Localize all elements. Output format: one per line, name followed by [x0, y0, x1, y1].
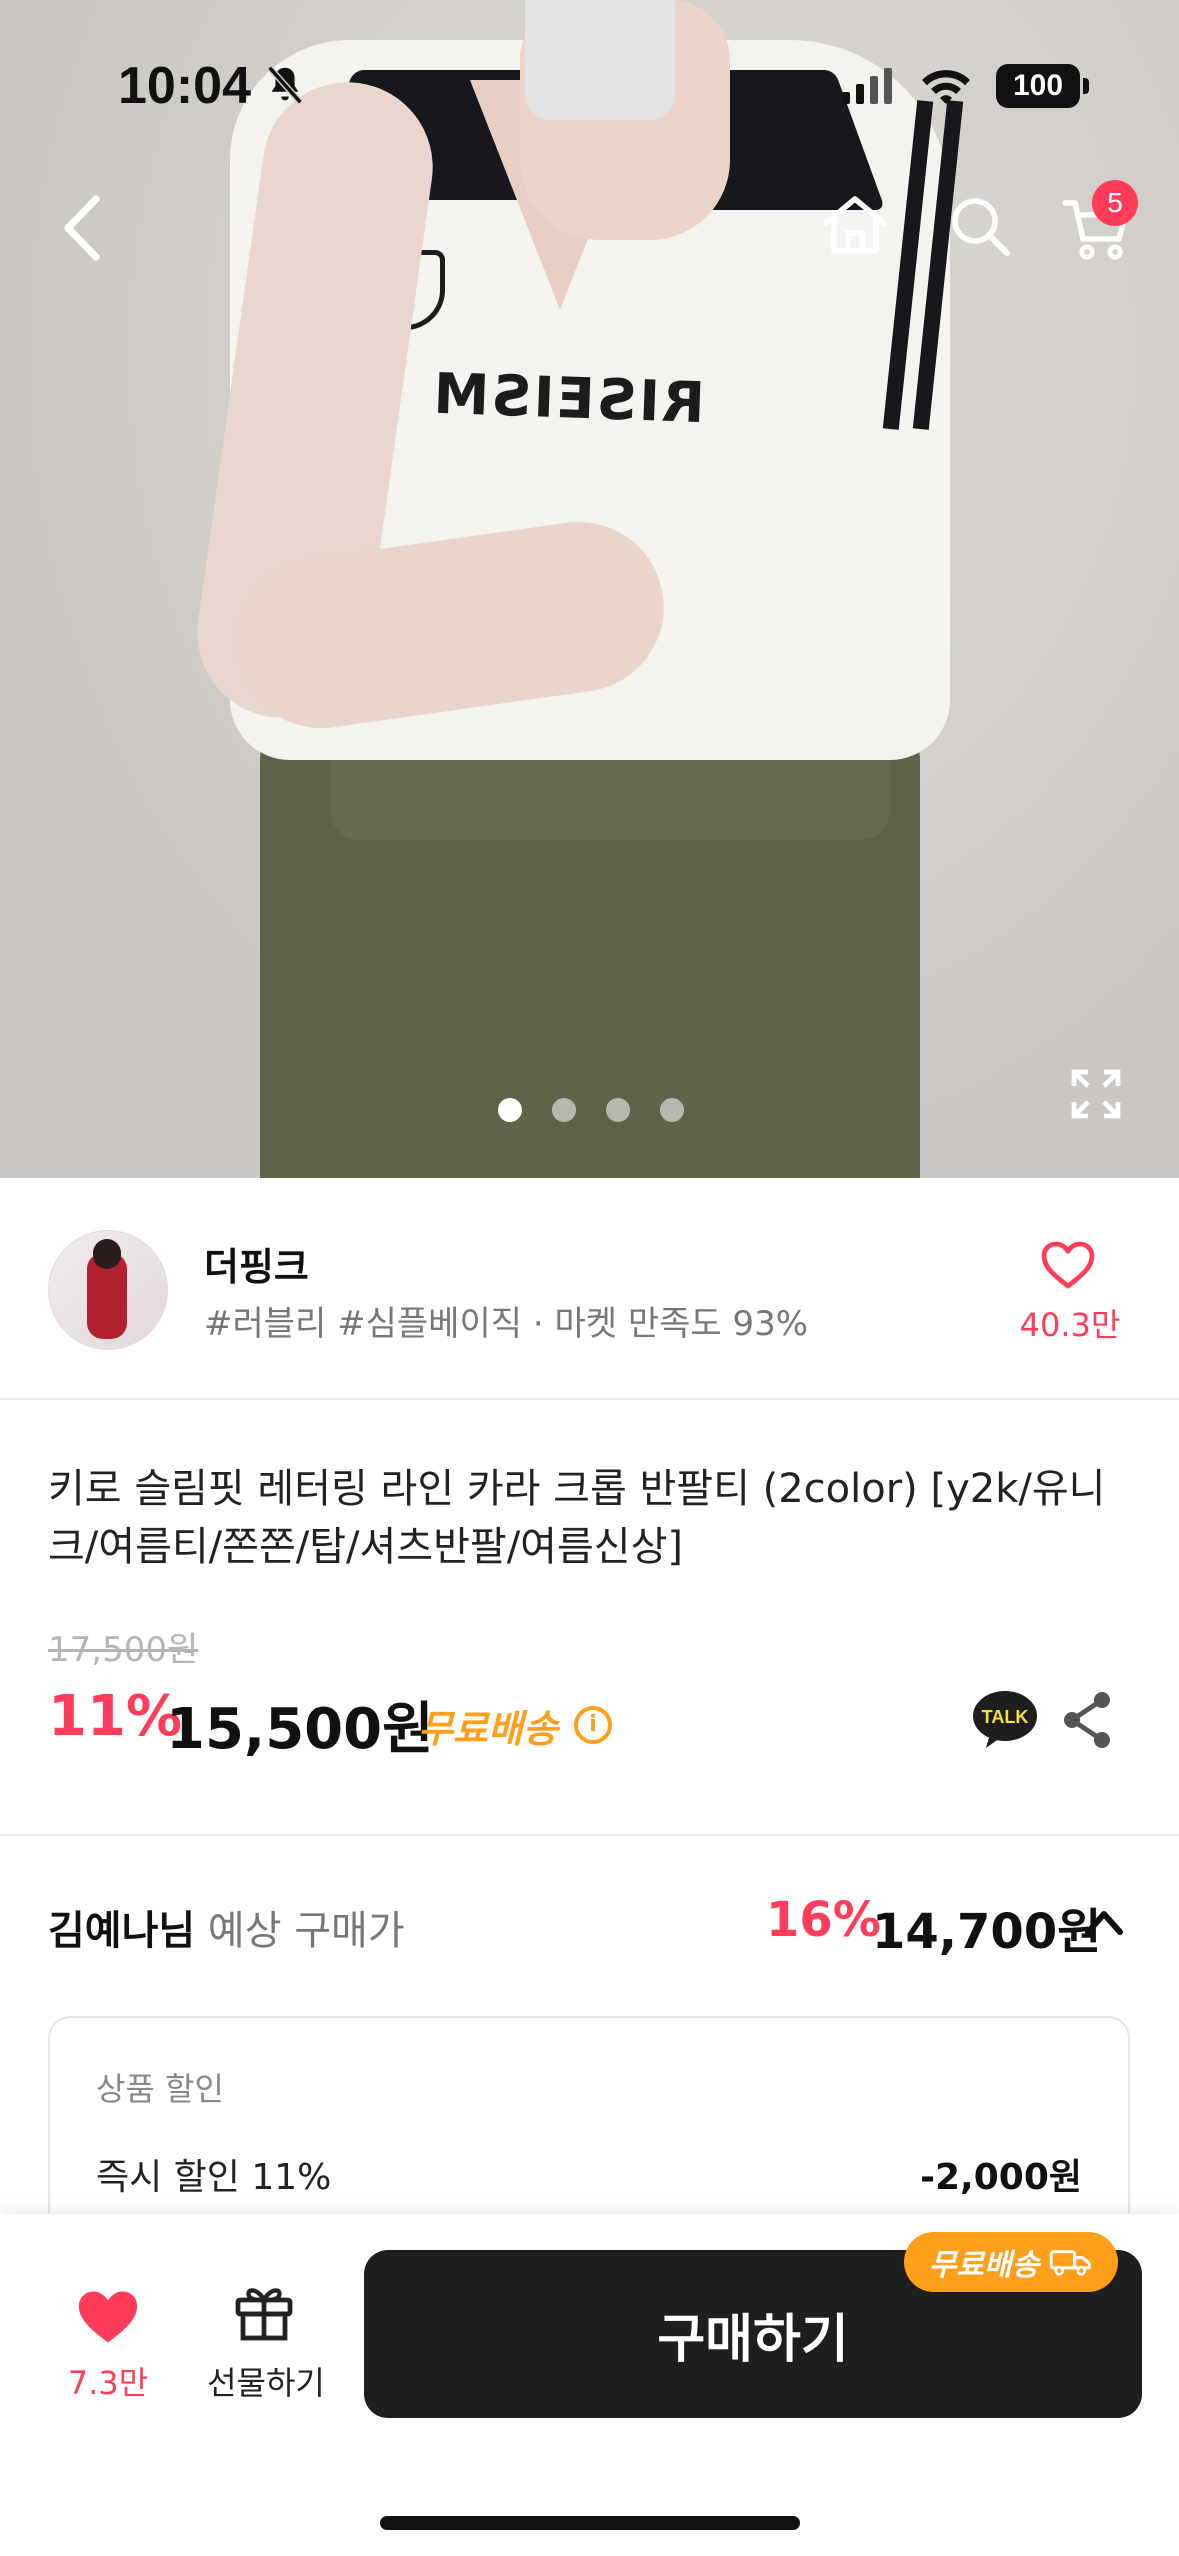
chevron-up-icon[interactable]	[1082, 1902, 1126, 1942]
wifi-icon	[922, 70, 970, 104]
store-avatar[interactable]	[48, 1230, 168, 1350]
estimate-user: 김예나님	[48, 1908, 196, 1954]
estimate-sublabel: 예상 구매가	[207, 1908, 405, 1954]
pagination-dot[interactable]	[498, 1098, 522, 1122]
pagination-dot[interactable]	[552, 1098, 576, 1122]
home-button[interactable]	[818, 188, 892, 262]
like-count: 7.3만	[67, 2364, 149, 2402]
heart-filled-icon[interactable]	[74, 2286, 142, 2348]
heart-outline-icon[interactable]	[1040, 1240, 1096, 1290]
sale-price: 15,500원	[166, 1697, 434, 1762]
pagination-dot[interactable]	[660, 1098, 684, 1122]
chevron-left-icon	[64, 195, 100, 261]
gift-icon[interactable]	[232, 2280, 296, 2344]
discount-rate: 11%	[48, 1684, 183, 1749]
avatar-head	[93, 1239, 121, 1269]
info-icon[interactable]: i	[574, 1706, 612, 1744]
section-divider	[0, 1834, 1179, 1836]
free-shipping-badge: 무료배송	[904, 2232, 1118, 2292]
back-button[interactable]	[52, 190, 112, 266]
instant-discount-label: 즉시 할인 11%	[96, 2157, 332, 2198]
kakao-talk-icon[interactable]: TALK	[972, 1690, 1038, 1750]
pagination-dot[interactable]	[606, 1098, 630, 1122]
estimate-discount: 16%	[766, 1892, 881, 1948]
estimate-price: 14,700원	[872, 1904, 1102, 1960]
status-time: 10:04	[118, 57, 251, 115]
estimate-label: 김예나님 예상 구매가	[48, 1898, 405, 1956]
original-price: 17,500원	[48, 1630, 199, 1670]
free-shipping-badge-label: 무료배송	[928, 2248, 1040, 2283]
share-icon[interactable]	[1060, 1690, 1114, 1750]
gallery-pagination	[498, 1098, 684, 1122]
expand-icon[interactable]	[1068, 1066, 1124, 1122]
discount-card-header: 상품 할인	[96, 2070, 224, 2108]
store-row[interactable]: 더핑크 #러블리 #심플베이직 · 마켓 만족도 93% 40.3만	[0, 1178, 1179, 1400]
signal-icon	[842, 68, 892, 104]
store-like-count: 40.3만	[1019, 1306, 1121, 1344]
talk-label: TALK	[982, 1707, 1029, 1727]
instant-discount-value: -2,000원	[920, 2157, 1082, 2198]
home-icon	[823, 196, 887, 254]
product-title: 키로 슬림핏 레터링 라인 카라 크롭 반팔티 (2color) [y2k/유니…	[48, 1466, 1106, 1570]
gift-label[interactable]: 선물하기	[196, 2358, 336, 2404]
image-shirt-print: RISEISM	[430, 361, 706, 437]
free-shipping-label: 무료배송	[418, 1707, 558, 1751]
product-image[interactable]: RISEISM	[0, 0, 1179, 1178]
store-tags: #러블리 #심플베이직 · 마켓 만족도 93%	[204, 1304, 809, 1344]
truck-icon	[1049, 2250, 1092, 2276]
status-bar: 10:04 100	[0, 0, 1179, 150]
battery-tip	[1083, 78, 1089, 94]
store-name[interactable]: 더핑크	[204, 1236, 309, 1291]
battery-indicator: 100	[996, 64, 1080, 108]
search-button[interactable]	[944, 190, 1016, 262]
bottom-action-bar: 7.3만 선물하기 구매하기 무료배송	[0, 2214, 1179, 2556]
home-indicator	[380, 2516, 800, 2530]
bell-muted-icon	[267, 65, 303, 105]
search-icon	[952, 198, 1010, 256]
cart-count-badge: 5	[1092, 180, 1138, 226]
